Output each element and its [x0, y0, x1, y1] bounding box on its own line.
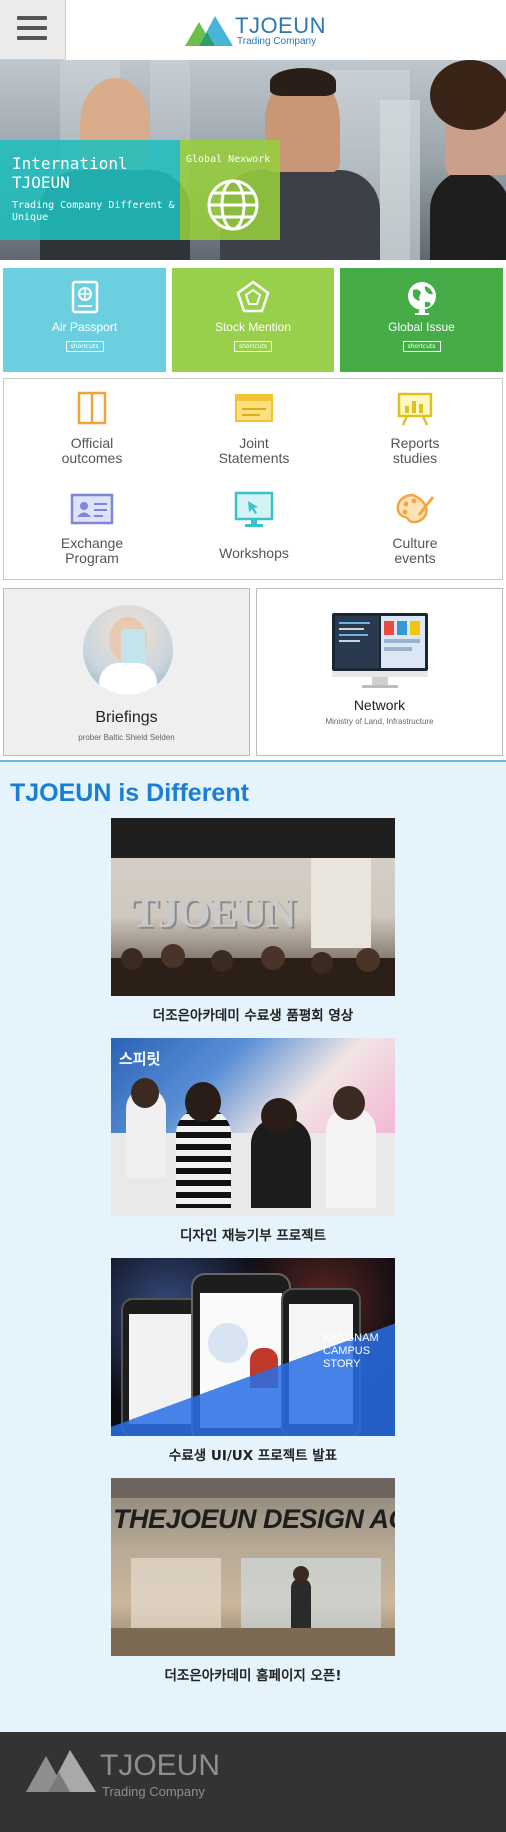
- grid-item-joint-statements[interactable]: Joint Statements: [179, 391, 329, 481]
- grid-label: studies: [392, 450, 438, 466]
- hero-title: Internationl TJOEUN: [12, 154, 128, 192]
- footer-brand: TJOEUN: [100, 1749, 220, 1782]
- logo-tagline: Trading Company: [237, 36, 317, 47]
- grid-item-culture-events[interactable]: Culture events: [340, 491, 490, 581]
- presentation-board-icon: [397, 392, 433, 426]
- grid-label: Joint: [239, 435, 269, 451]
- shortcut-global-issue[interactable]: Global Issue shortcuts: [340, 268, 503, 372]
- shortcut-label: Air Passport: [51, 320, 118, 334]
- grid-item-workshops[interactable]: Workshops: [179, 491, 329, 581]
- grid-label: Culture: [392, 535, 438, 551]
- grid-label: Official: [70, 435, 114, 451]
- network-desc: Ministry of Land, Infrastructure: [325, 717, 434, 726]
- footer-logo-icon: [26, 1750, 96, 1792]
- different-item-caption-3[interactable]: 수료생 UI/UX 프로젝트 발표: [0, 1444, 506, 1464]
- shortcuts-button[interactable]: shortcuts: [402, 341, 441, 352]
- different-item-caption-4[interactable]: 더조은아카데미 홈페이지 오픈!: [0, 1664, 506, 1684]
- grid-label: Statements: [218, 450, 290, 466]
- header: TJOEUN Trading Company: [0, 0, 506, 60]
- briefings-desc: prober Baltic Shield Selden: [78, 733, 175, 742]
- grid-item-official-outcomes[interactable]: Official outcomes: [17, 391, 167, 481]
- briefings-photo: [83, 605, 173, 695]
- grid-label: Program: [65, 550, 119, 566]
- grid-label: outcomes: [61, 450, 123, 466]
- logo-mountain-icon: [185, 16, 233, 46]
- id-card-icon: [70, 493, 114, 525]
- monitor-icon: [234, 491, 274, 527]
- shortcuts-button[interactable]: shortcuts: [234, 341, 272, 352]
- pentagon-icon: [236, 280, 270, 313]
- palette-icon: [396, 493, 435, 524]
- network-card[interactable]: Network Ministry of Land, Infrastructure: [256, 588, 503, 756]
- footer-tagline: Trading Company: [102, 1784, 205, 1799]
- different-image-text: KANGNAM CAMPUS STORY: [323, 1332, 379, 1370]
- network-title: Network: [353, 697, 406, 713]
- document-icon: [235, 394, 273, 422]
- shortcut-stock-mention[interactable]: Stock Mention shortcuts: [172, 268, 334, 372]
- briefings-card[interactable]: Briefings prober Baltic Shield Selden: [3, 588, 250, 756]
- shortcut-label: Stock Mention: [214, 320, 292, 334]
- grid-item-reports-studies[interactable]: Reports studies: [340, 391, 490, 481]
- globe-icon: [207, 179, 259, 231]
- briefings-title: Briefings: [95, 709, 158, 726]
- grid-label: Exchange: [60, 535, 124, 551]
- different-section: TJOEUN is Different TJOEUN 더조은아카데미 수료생 품…: [0, 760, 506, 1732]
- footer: TJOEUN Trading Company: [0, 1732, 506, 1832]
- grid-label: Reports: [390, 435, 440, 451]
- different-item-image-3[interactable]: KANGNAM CAMPUS STORY: [111, 1258, 395, 1436]
- grid-label: events: [394, 550, 436, 566]
- globe-icon: [407, 282, 436, 315]
- different-item-image-2[interactable]: 스피릿: [111, 1038, 395, 1216]
- desktop-monitor-icon: [332, 613, 428, 688]
- grid-item-exchange-program[interactable]: Exchange Program: [17, 491, 167, 581]
- shortcut-air-passport[interactable]: Air Passport shortcuts: [3, 268, 166, 372]
- services-grid: Official outcomes Joint Statements Repor…: [3, 378, 503, 580]
- hero-banner: Internationl TJOEUN Trading Company Diff…: [0, 60, 506, 260]
- hero-badge-label: Global Nexwork: [186, 154, 271, 165]
- door-icon: [77, 391, 107, 425]
- hero-badge[interactable]: Global Nexwork: [180, 140, 280, 240]
- different-item-image-1[interactable]: TJOEUN: [111, 818, 395, 996]
- different-image-text: THEJOEUN DESIGN ACAD: [113, 1504, 395, 1534]
- menu-button[interactable]: [0, 0, 66, 60]
- shortcut-label: Global Issue: [388, 320, 455, 334]
- different-item-caption-2[interactable]: 디자인 재능기부 프로젝트: [0, 1224, 506, 1244]
- shortcuts-button[interactable]: shortcuts: [65, 341, 104, 352]
- different-image-text: 스피릿: [119, 1050, 161, 1068]
- hero-caption: Internationl TJOEUN Trading Company Diff…: [0, 140, 180, 240]
- different-item-caption-1[interactable]: 더조은아카데미 수료생 품평회 영상: [0, 1004, 506, 1024]
- logo[interactable]: TJOEUN Trading Company: [185, 10, 335, 50]
- different-image-text: TJOEUN: [131, 891, 296, 937]
- section-title: TJOEUN is Different: [10, 779, 249, 807]
- passport-icon: [71, 280, 98, 314]
- different-item-image-4[interactable]: THEJOEUN DESIGN ACAD: [111, 1478, 395, 1656]
- hero-subtitle: Trading Company Different & Unique: [12, 200, 175, 223]
- grid-label: Workshops: [219, 545, 289, 561]
